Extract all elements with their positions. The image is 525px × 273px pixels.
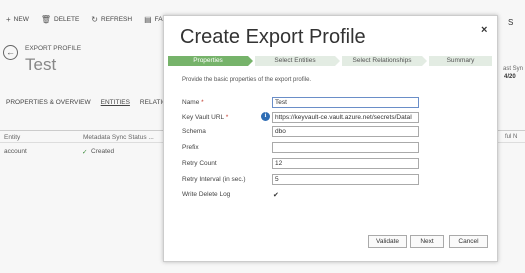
delete-command-label: DELETE — [54, 15, 80, 23]
tab-entities[interactable]: ENTITIES — [101, 99, 130, 106]
cancel-button[interactable]: Cancel — [449, 235, 488, 248]
failed-icon: ▤ — [144, 14, 152, 24]
create-export-profile-dialog: Create Export Profile × Properties Selec… — [163, 15, 498, 262]
record-tabs: PROPERTIES & OVERVIEW ENTITIES RELATIONS — [6, 99, 186, 106]
new-command-label: NEW — [13, 15, 29, 23]
refresh-icon: ↻ — [91, 14, 98, 24]
trash-icon: 🗑 — [40, 14, 51, 24]
keyvault-url-input[interactable]: https://keyvault-ce.vault.azure.net/secr… — [272, 112, 419, 123]
step-arrow-icon — [422, 56, 427, 66]
record-title: Test — [25, 55, 57, 74]
schema-row: Schema dbo — [182, 126, 482, 137]
overflow-fragment: S — [508, 18, 514, 27]
step-select-relationships[interactable]: Select Relationships — [342, 56, 422, 66]
last-sync-date-fragment: 4/20 — [504, 74, 516, 80]
keyvault-row: Key Vault URL * i https://keyvault-ce.va… — [182, 112, 482, 123]
retry-interval-input[interactable]: 5 — [272, 174, 419, 185]
command-bar: + NEW 🗑 DELETE ↻ REFRESH ▤ FAILED — [0, 12, 183, 26]
prefix-row: Prefix — [182, 142, 482, 153]
write-delete-log-label: Write Delete Log — [182, 191, 231, 198]
keyvault-label: Key Vault URL * — [182, 114, 229, 121]
status-cell: Created — [91, 148, 115, 155]
step-properties[interactable]: Properties — [168, 56, 248, 66]
last-sync-fragment: ast Syn — [503, 66, 524, 72]
dialog-intro: Provide the basic properties of the expo… — [182, 77, 312, 83]
back-arrow-icon[interactable]: ← — [3, 45, 18, 60]
write-delete-log-row: Write Delete Log ✔ — [182, 189, 482, 200]
new-command[interactable]: + NEW — [6, 15, 29, 24]
step-summary[interactable]: Summary — [429, 56, 492, 66]
step-select-entities[interactable]: Select Entities — [255, 56, 335, 66]
retry-interval-label: Retry Interval (in sec.) — [182, 176, 246, 183]
retry-count-label: Retry Count — [182, 160, 217, 167]
name-input[interactable]: Test — [272, 97, 419, 108]
column-fragment: ful N — [505, 134, 518, 140]
schema-input[interactable]: dbo — [272, 126, 419, 137]
retry-interval-row: Retry Interval (in sec.) 5 — [182, 174, 482, 185]
created-icon: ✓ — [82, 149, 88, 156]
retry-count-input[interactable]: 12 — [272, 158, 419, 169]
tab-properties-overview[interactable]: PROPERTIES & OVERVIEW — [6, 99, 91, 106]
refresh-command[interactable]: ↻ REFRESH — [91, 15, 132, 24]
step-arrow-icon — [335, 56, 340, 66]
entity-cell: account — [4, 148, 27, 155]
wizard-steps: Properties Select Entities Select Relati… — [168, 56, 492, 66]
write-delete-log-checkbox[interactable]: ✔ — [273, 191, 279, 199]
step-arrow-icon — [248, 56, 253, 66]
next-button[interactable]: Next — [410, 235, 444, 248]
refresh-command-label: REFRESH — [101, 15, 133, 23]
name-label: Name * — [182, 99, 204, 106]
prefix-input[interactable] — [272, 142, 419, 153]
plus-icon: + — [6, 14, 11, 24]
delete-command[interactable]: 🗑 DELETE — [41, 15, 79, 24]
column-header-sync-status[interactable]: Metadata Sync Status ... — [83, 134, 154, 141]
validate-button[interactable]: Validate — [368, 235, 407, 248]
name-row: Name * Test — [182, 97, 482, 108]
breadcrumb: EXPORT PROFILE — [25, 45, 82, 52]
schema-label: Schema — [182, 128, 206, 135]
column-header-entity[interactable]: Entity — [4, 134, 20, 141]
info-icon[interactable]: i — [261, 112, 270, 121]
prefix-label: Prefix — [182, 144, 199, 151]
retry-count-row: Retry Count 12 — [182, 158, 482, 169]
close-icon[interactable]: × — [481, 24, 487, 36]
dialog-title: Create Export Profile — [180, 26, 366, 48]
